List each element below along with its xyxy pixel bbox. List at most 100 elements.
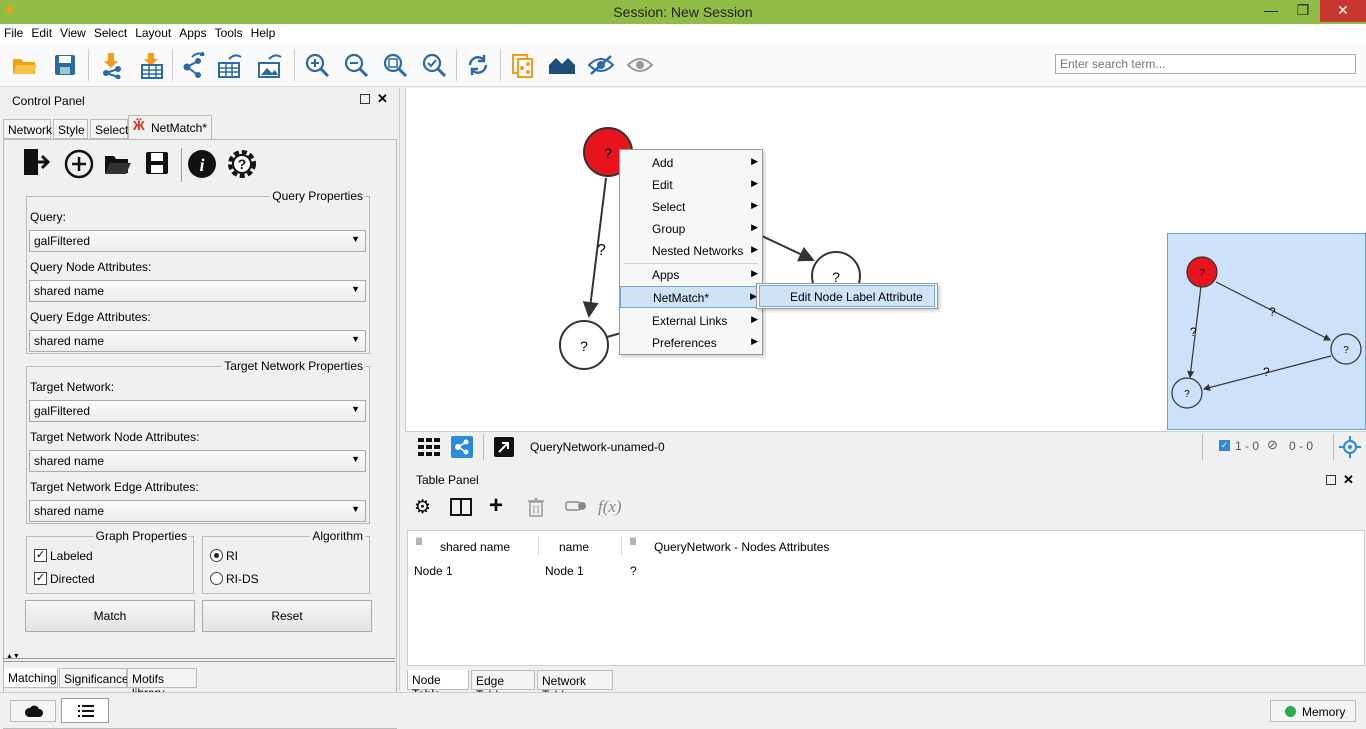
query-select-value: galFiltered	[34, 234, 91, 248]
table-settings-icon[interactable]: ⚙	[414, 496, 431, 519]
zoom-in-icon[interactable]	[300, 48, 334, 82]
zoom-fit-icon[interactable]	[378, 48, 412, 82]
settings-icon[interactable]: ?	[225, 147, 259, 184]
menu-item-nested-networks[interactable]: Nested Networks ▶	[620, 240, 762, 262]
column-header-name[interactable]: name	[559, 540, 589, 554]
menu-help[interactable]: Help	[247, 24, 280, 40]
search-input[interactable]	[1055, 54, 1356, 74]
save-icon[interactable]	[48, 48, 82, 82]
ri-radio[interactable]	[210, 549, 223, 562]
add-icon[interactable]	[63, 148, 95, 183]
delete-column-icon[interactable]	[527, 497, 545, 520]
task-list-button[interactable]	[61, 698, 109, 723]
tab-node-table[interactable]: Node Table	[407, 670, 469, 701]
cell-shared-name[interactable]: Node 1	[414, 564, 453, 578]
menu-item-apps[interactable]: Apps ▶	[620, 264, 762, 286]
query-node-attributes-select[interactable]: shared name ▼	[29, 280, 366, 302]
delete-link-icon[interactable]	[565, 499, 587, 516]
close-panel-icon[interactable]: ✕	[377, 91, 388, 107]
column-split-icon[interactable]	[450, 498, 472, 516]
zoom-out-icon[interactable]	[339, 48, 373, 82]
detach-view-icon[interactable]	[494, 437, 514, 457]
export-image-icon[interactable]	[254, 48, 288, 82]
menu-item-netmatch[interactable]: NetMatch* ▶	[620, 286, 762, 308]
network-minimap[interactable]: ? ? ? ? ? ?	[1167, 233, 1366, 430]
tab-significance[interactable]: Significance	[59, 668, 129, 688]
home-icon[interactable]	[545, 48, 579, 82]
save-query-icon[interactable]	[143, 149, 171, 180]
collapse-arrows-icon[interactable]: ▲▼	[6, 653, 20, 660]
reset-button[interactable]: Reset	[202, 600, 372, 632]
float-table-icon[interactable]	[1326, 475, 1336, 485]
hide-selected-icon[interactable]	[584, 48, 618, 82]
exit-icon[interactable]	[20, 146, 52, 183]
restore-button[interactable]: ❐	[1288, 0, 1318, 22]
query-edge-attributes-select[interactable]: shared name ▼	[29, 330, 366, 352]
network-view-icon[interactable]	[451, 436, 473, 458]
tab-matching[interactable]: Matching	[3, 668, 58, 688]
grid-view-icon[interactable]	[418, 438, 442, 459]
target-edge-attributes-select[interactable]: shared name ▼	[29, 500, 366, 522]
tab-style[interactable]: Style	[53, 119, 88, 139]
rids-radio[interactable]	[210, 572, 223, 585]
menu-select[interactable]: Select	[90, 24, 131, 40]
zoom-selected-icon[interactable]	[417, 48, 451, 82]
close-button[interactable]: ✕	[1320, 0, 1366, 22]
add-column-icon[interactable]: +	[489, 492, 503, 520]
info-icon[interactable]: i	[186, 148, 218, 183]
menu-apps[interactable]: Apps	[175, 24, 210, 40]
menu-layout[interactable]: Layout	[131, 24, 175, 40]
labeled-checkbox[interactable]: ✓	[34, 549, 47, 562]
splitter[interactable]	[3, 658, 395, 662]
cell-querynetwork-attribute[interactable]: ?	[630, 564, 637, 578]
refresh-icon[interactable]	[461, 48, 495, 82]
tab-network-table[interactable]: Network Table	[537, 670, 613, 702]
float-panel-icon[interactable]	[360, 94, 370, 104]
export-network-icon[interactable]	[176, 48, 210, 82]
column-header-shared-name[interactable]: shared name	[440, 540, 510, 554]
shared-column-icon: ꔖ	[416, 537, 422, 548]
menu-item-edit-node-label-attribute[interactable]: Edit Node Label Attribute	[759, 285, 935, 307]
menu-item-preferences[interactable]: Preferences ▶	[620, 332, 762, 354]
function-builder-icon[interactable]: f(x)	[598, 497, 622, 517]
chevron-down-icon: ▼	[351, 504, 360, 514]
directed-checkbox[interactable]: ✓	[34, 572, 47, 585]
menu-view[interactable]: View	[56, 24, 90, 40]
tab-select[interactable]: Select	[90, 119, 128, 139]
menu-item-select[interactable]: Select ▶	[620, 196, 762, 218]
menu-item-external-links[interactable]: External Links ▶	[620, 310, 762, 332]
table-row[interactable]: Node 1 Node 1 ?	[408, 560, 851, 580]
target-network-select[interactable]: galFiltered ▼	[29, 400, 366, 422]
navigator-icon[interactable]	[1339, 436, 1361, 461]
menu-item-add[interactable]: Add ▶	[620, 152, 762, 174]
menu-item-group[interactable]: Group ▶	[620, 218, 762, 240]
cell-name[interactable]: Node 1	[545, 564, 584, 578]
target-node-attributes-select[interactable]: shared name ▼	[29, 450, 366, 472]
memory-button[interactable]: Memory	[1270, 700, 1356, 722]
edge-2[interactable]	[761, 235, 815, 262]
match-button[interactable]: Match	[25, 600, 195, 632]
open-query-icon[interactable]	[103, 150, 133, 181]
menu-file[interactable]: File	[0, 24, 27, 40]
menu-tools[interactable]: Tools	[211, 24, 247, 40]
import-network-icon[interactable]	[94, 48, 128, 82]
context-menu: Add ▶ Edit ▶ Select ▶ Group ▶ Nested Network…	[619, 149, 763, 355]
network-view-toolbar: QueryNetwork-unamed-0 ✓ 1 - 0 ⊘ 0 - 0	[405, 431, 1366, 463]
new-network-from-selection-icon[interactable]	[506, 48, 540, 82]
cloud-button[interactable]	[10, 700, 56, 722]
menu-item-edit-label: Edit	[652, 178, 673, 192]
close-table-icon[interactable]: ✕	[1343, 472, 1354, 488]
network-canvas[interactable]: ? ? ? ? ? ? ? ? ? ? Add ▶ Edit ▶ Select ▶ G…	[405, 88, 1366, 431]
tab-network[interactable]: Network	[3, 119, 52, 139]
tab-motifs-library[interactable]: Motifs library	[127, 668, 197, 700]
tab-edge-table[interactable]: Edge Table	[471, 670, 535, 702]
export-table-icon[interactable]	[214, 48, 248, 82]
menu-edit[interactable]: Edit	[27, 24, 56, 40]
import-table-icon[interactable]	[134, 48, 168, 82]
open-folder-icon[interactable]	[8, 48, 42, 82]
column-header-querynetwork-attributes[interactable]: QueryNetwork - Nodes Attributes	[654, 540, 829, 554]
show-all-icon[interactable]	[623, 48, 657, 82]
minimize-button[interactable]: —	[1256, 0, 1286, 22]
query-select[interactable]: galFiltered ▼	[29, 230, 366, 252]
menu-item-edit[interactable]: Edit ▶	[620, 174, 762, 196]
